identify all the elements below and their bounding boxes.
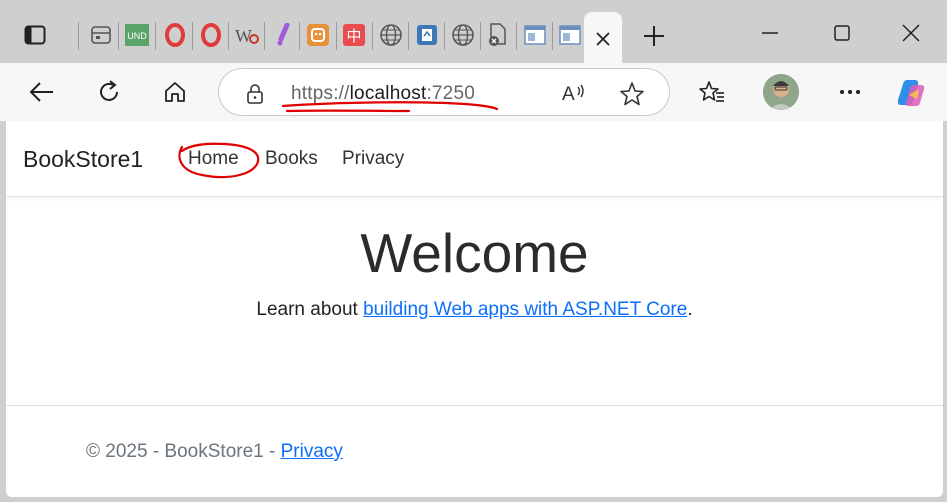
- collections-icon[interactable]: [88, 22, 114, 48]
- window-icon[interactable]: [557, 22, 583, 48]
- close-tab-icon[interactable]: [594, 30, 612, 53]
- input-icon[interactable]: 中: [341, 22, 367, 48]
- tab-separator: [118, 22, 119, 50]
- window-icon[interactable]: [522, 22, 548, 48]
- tab-separator: [372, 22, 373, 50]
- globe-icon[interactable]: [450, 22, 476, 48]
- favorite-star-icon[interactable]: [619, 81, 645, 112]
- maximize-icon[interactable]: [827, 20, 857, 46]
- nav-books-link[interactable]: Books: [265, 148, 318, 170]
- copilot-icon[interactable]: [895, 75, 931, 111]
- more-options-icon[interactable]: [832, 75, 868, 109]
- address-bar[interactable]: https://localhost:7250 A: [218, 68, 670, 116]
- back-arrow-icon[interactable]: [24, 75, 60, 109]
- site-footer: © 2025 - BookStore1 - Privacy: [86, 441, 343, 463]
- svg-text:中: 中: [346, 27, 361, 45]
- blocked-file-icon[interactable]: [485, 22, 511, 48]
- tab-separator: [299, 22, 300, 50]
- svg-text:UND: UND: [127, 31, 147, 41]
- footer-copyright: © 2025 - BookStore1 -: [86, 441, 281, 462]
- svg-text:W: W: [235, 26, 252, 46]
- refresh-icon[interactable]: [91, 75, 127, 109]
- web-page: BookStore1 Home Books Privacy Welcome Le…: [6, 121, 943, 497]
- tab-separator: [155, 22, 156, 50]
- tab-separator: [516, 22, 517, 50]
- globe-icon[interactable]: [378, 22, 404, 48]
- minimize-icon[interactable]: [755, 20, 785, 46]
- aspnet-docs-link[interactable]: building Web apps with ASP.NET Core: [363, 299, 687, 320]
- bookmark-icon[interactable]: [414, 22, 440, 48]
- lock-icon[interactable]: [245, 83, 265, 110]
- und-icon[interactable]: UND: [124, 22, 150, 48]
- home-icon[interactable]: [157, 75, 193, 109]
- brush-icon[interactable]: [270, 22, 296, 48]
- learn-suffix: .: [687, 299, 693, 320]
- tab-separator: [480, 22, 481, 50]
- svg-text:A: A: [562, 84, 575, 105]
- profile-avatar[interactable]: [763, 74, 799, 110]
- tab-separator: [408, 22, 409, 50]
- w-icon[interactable]: W: [234, 22, 260, 48]
- tab-strip: UND W 中: [0, 0, 947, 64]
- plug-icon[interactable]: [305, 22, 331, 48]
- favorites-icon[interactable]: [694, 75, 730, 109]
- url-annotation-underline: [281, 101, 499, 113]
- site-navbar: BookStore1 Home Books Privacy: [6, 121, 943, 197]
- tab-actions-icon[interactable]: [18, 20, 52, 50]
- tab-separator: [552, 22, 553, 50]
- footer-privacy-link[interactable]: Privacy: [281, 441, 343, 462]
- tab-separator: [192, 22, 193, 50]
- new-tab-icon[interactable]: [640, 22, 668, 50]
- tab-separator: [78, 22, 79, 50]
- site-brand[interactable]: BookStore1: [23, 146, 143, 173]
- read-aloud-icon[interactable]: A: [561, 81, 587, 110]
- tab-separator: [228, 22, 229, 50]
- browser-toolbar: https://localhost:7250 A: [0, 63, 947, 121]
- nav-privacy-link[interactable]: Privacy: [342, 148, 404, 170]
- learn-paragraph: Learn about building Web apps with ASP.N…: [6, 299, 943, 321]
- welcome-heading: Welcome: [360, 222, 589, 284]
- tab-separator: [444, 22, 445, 50]
- tab-separator: [264, 22, 265, 50]
- active-tab[interactable]: [584, 12, 622, 64]
- opera-icon[interactable]: [198, 22, 224, 48]
- footer-divider: [6, 405, 943, 406]
- learn-prefix: Learn about: [256, 299, 364, 320]
- window-close-icon[interactable]: [896, 20, 926, 46]
- opera-icon[interactable]: [162, 22, 188, 48]
- tab-separator: [336, 22, 337, 50]
- nav-home-link[interactable]: Home: [188, 148, 239, 170]
